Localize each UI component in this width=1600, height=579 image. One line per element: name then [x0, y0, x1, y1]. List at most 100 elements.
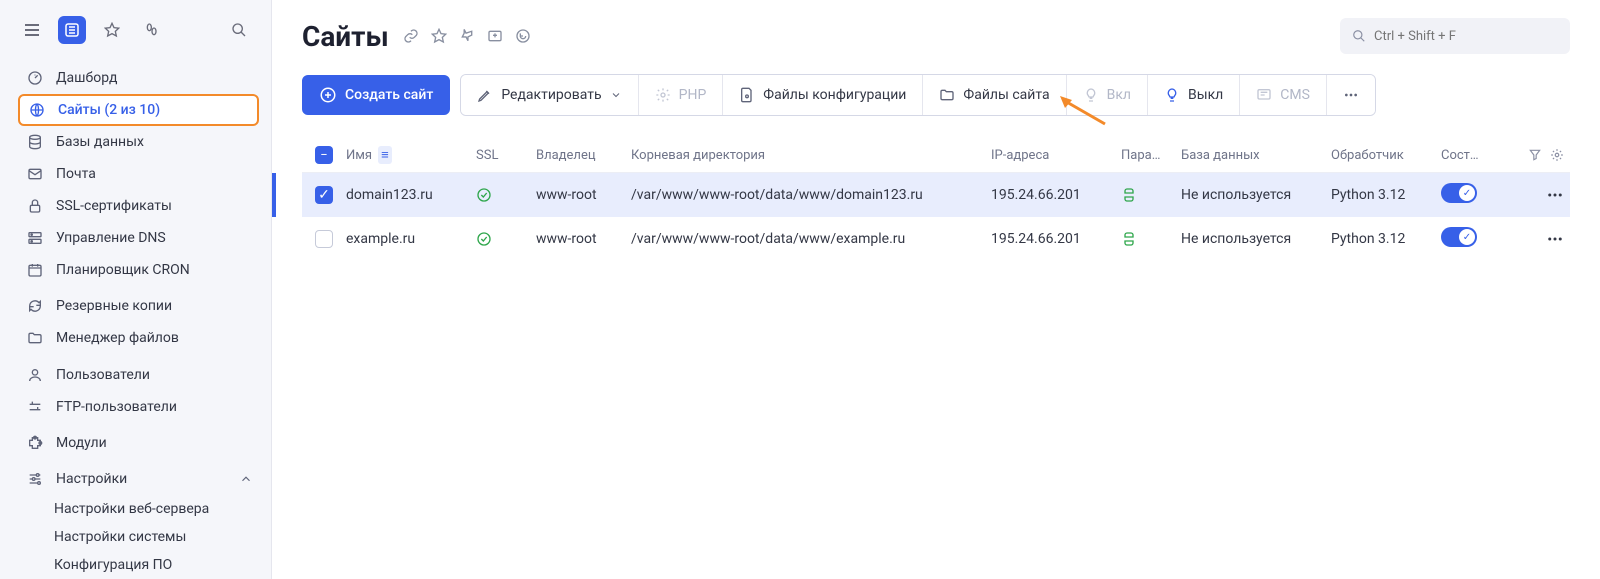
select-all-checkbox[interactable]: − [302, 146, 346, 164]
sidebar-item[interactable]: Сайты (2 из 10) [18, 94, 259, 126]
folder-icon [939, 87, 955, 103]
sidebar-item-label: Сайты (2 из 10) [58, 102, 247, 118]
table-row[interactable]: example.ruwww-root/var/www/www-root/data… [302, 217, 1570, 261]
row-more-button[interactable] [1546, 230, 1570, 248]
sites-table: − Имя≡ SSL Владелец Корневая директория … [302, 138, 1570, 261]
more-button[interactable] [1327, 75, 1375, 115]
sidebar-item-label: Управление DNS [56, 230, 253, 246]
disable-button[interactable]: Выкл [1148, 75, 1240, 115]
sidebar-item-label: Настройки [56, 471, 227, 487]
refresh-circle-icon[interactable] [515, 28, 531, 44]
sidebar-item[interactable]: Управление DNS [0, 222, 271, 254]
file-gear-icon [739, 87, 755, 103]
sidebar: Дашборд Сайты (2 из 10) Базы данныхПочтаSS… [0, 0, 272, 579]
sidebar-item[interactable]: Базы данных [0, 126, 271, 158]
sidebar-item-label: Менеджер файлов [56, 330, 253, 346]
link-icon[interactable] [403, 28, 419, 44]
sidebar-search-icon[interactable] [225, 16, 253, 44]
sidebar-item[interactable]: Модули [0, 427, 271, 459]
col-param[interactable]: Пара… [1121, 148, 1181, 163]
sidebar-item[interactable]: Пользователи [0, 359, 271, 391]
star-outline-icon[interactable] [431, 28, 447, 44]
sidebar-item-label: Дашборд [56, 70, 253, 86]
sidebar-top [0, 8, 271, 62]
filter-icon[interactable] [1528, 148, 1542, 162]
col-db[interactable]: База данных [1181, 148, 1331, 163]
button-label: PHP [679, 87, 707, 103]
row-checkbox[interactable] [302, 230, 346, 248]
col-handler[interactable]: Обработчик [1331, 148, 1441, 163]
gear-icon [655, 87, 671, 103]
puzzle-icon [26, 434, 44, 452]
bulb-on-icon [1083, 87, 1099, 103]
button-label: Создать сайт [345, 87, 433, 103]
sidebar-item[interactable]: Почта [0, 158, 271, 190]
toolbar-group-main: Редактировать PHP Файлы конфигурации Фай… [460, 74, 1376, 116]
sidebar-subitem[interactable]: Настройки веб-сервера [0, 495, 271, 523]
database-icon [26, 133, 44, 151]
list-view-icon[interactable] [58, 16, 86, 44]
col-state[interactable]: Сост… [1441, 148, 1501, 163]
sidebar-item-label: Модули [56, 435, 253, 451]
page-title: Сайты [302, 20, 389, 53]
sidebar-item[interactable]: Резервные копии [0, 290, 271, 322]
col-owner[interactable]: Владелец [536, 148, 631, 163]
col-name[interactable]: Имя≡ [346, 146, 476, 164]
cell-owner: www-root [536, 187, 631, 203]
new-window-icon[interactable] [487, 28, 503, 44]
create-site-button[interactable]: Создать сайт [302, 75, 450, 115]
cell-handler: Python 3.12 [1331, 231, 1441, 247]
search-icon [1352, 29, 1366, 43]
toolbar: Создать сайт Редактировать PHP Файлы кон… [302, 74, 1570, 116]
sliders-icon [26, 470, 44, 488]
sidebar-item[interactable]: Дашборд [0, 62, 271, 94]
menu-icon[interactable] [18, 16, 46, 44]
button-label: Вкл [1107, 87, 1131, 103]
edit-button[interactable]: Редактировать [461, 75, 638, 115]
cell-ip: 195.24.66.201 [991, 231, 1121, 247]
user-icon [26, 366, 44, 384]
steps-icon[interactable] [138, 16, 166, 44]
global-search[interactable] [1340, 18, 1570, 54]
dns-icon [26, 229, 44, 247]
sidebar-item-settings[interactable]: Настройки [0, 463, 271, 495]
star-icon[interactable] [98, 16, 126, 44]
site-files-button[interactable]: Файлы сайта [923, 75, 1066, 115]
sidebar-item[interactable]: SSL-сертификаты [0, 190, 271, 222]
sort-icon: ≡ [378, 146, 392, 164]
row-checkbox[interactable]: ✓ [302, 186, 346, 204]
config-files-button[interactable]: Файлы конфигурации [723, 75, 923, 115]
title-actions [403, 28, 531, 44]
pin-icon[interactable] [459, 28, 475, 44]
sidebar-item[interactable]: FTP-пользователи [0, 391, 271, 423]
cms-icon [1256, 87, 1272, 103]
ssl-ok-icon [476, 187, 536, 203]
python-icon [1121, 187, 1181, 203]
button-label: Редактировать [501, 87, 601, 103]
state-toggle[interactable] [1441, 183, 1501, 207]
main: Сайты Создать сайт Редактировать [272, 0, 1600, 579]
state-toggle[interactable] [1441, 227, 1501, 251]
cell-ip: 195.24.66.201 [991, 187, 1121, 203]
col-root[interactable]: Корневая директория [631, 148, 991, 163]
row-more-button[interactable] [1546, 186, 1570, 204]
dots-icon [1343, 87, 1359, 103]
sidebar-subitem[interactable]: Конфигурация ПО [0, 551, 271, 579]
globe-icon [28, 101, 46, 119]
cms-button[interactable]: CMS [1240, 75, 1327, 115]
enable-button[interactable]: Вкл [1067, 75, 1148, 115]
php-button[interactable]: PHP [639, 75, 724, 115]
columns-gear-icon[interactable] [1550, 148, 1564, 162]
cell-name: domain123.ru [346, 187, 476, 203]
sidebar-item[interactable]: Менеджер файлов [0, 322, 271, 354]
sidebar-item[interactable]: Планировщик CRON [0, 254, 271, 286]
cell-root: /var/www/www-root/data/www/domain123.ru [631, 187, 991, 203]
sidebar-subitem[interactable]: Настройки системы [0, 523, 271, 551]
table-row[interactable]: ✓domain123.ru www-root/var/www/www-root/d… [302, 173, 1570, 217]
col-ssl[interactable]: SSL [476, 148, 536, 163]
sidebar-item-label: Планировщик CRON [56, 262, 253, 278]
search-input[interactable] [1374, 29, 1558, 44]
col-ip[interactable]: IP-адреса [991, 148, 1121, 163]
button-label: Файлы конфигурации [763, 87, 906, 103]
cell-name: example.ru [346, 231, 476, 247]
